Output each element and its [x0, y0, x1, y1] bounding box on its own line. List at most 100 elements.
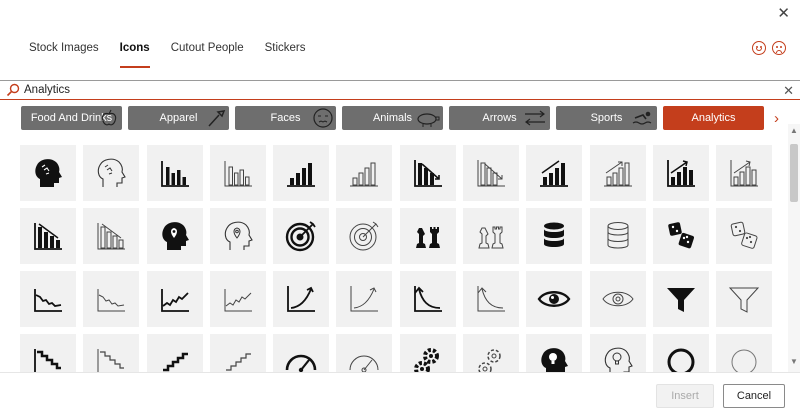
icon-tile[interactable] — [526, 334, 583, 372]
insert-button[interactable]: Insert — [656, 384, 714, 408]
icon-tile[interactable] — [652, 334, 709, 372]
step-chart-up-icon — [162, 352, 188, 372]
database-icon — [544, 222, 565, 247]
circle-outline-icon — [731, 349, 757, 372]
icon-tile[interactable] — [273, 208, 330, 264]
icon-tile[interactable] — [83, 208, 140, 264]
curve-up-outline-icon — [350, 286, 379, 312]
frown-face-icon[interactable] — [772, 41, 786, 55]
icon-tile[interactable] — [20, 208, 76, 264]
bar-chart-decline-outline-icon — [97, 223, 126, 250]
icon-tile[interactable] — [399, 208, 456, 264]
category-apparel[interactable]: Apparel — [128, 106, 229, 130]
icon-tile[interactable] — [399, 334, 456, 372]
icon-tile[interactable] — [83, 271, 140, 327]
head-lightbulb-icon — [541, 348, 569, 372]
icon-tile[interactable] — [463, 334, 520, 372]
icon-tile[interactable] — [20, 271, 76, 327]
tab-stickers[interactable]: Stickers — [265, 42, 306, 68]
bar-chart-arrow-up-icon — [667, 160, 695, 187]
icon-tile[interactable] — [336, 208, 393, 264]
clear-search-button[interactable]: ✕ — [783, 83, 794, 99]
bar-chart-icon — [160, 161, 189, 187]
icon-tile[interactable] — [589, 271, 646, 327]
funnel-icon — [666, 288, 695, 312]
pig-icon — [417, 113, 440, 127]
icon-tile[interactable] — [146, 271, 203, 327]
icon-tile[interactable] — [20, 145, 76, 201]
search-icon — [6, 83, 20, 97]
tab-cutout-people[interactable]: Cutout People — [171, 42, 244, 68]
icon-tile[interactable] — [589, 334, 646, 372]
category-faces[interactable]: Faces — [235, 106, 336, 130]
icon-tile[interactable] — [589, 145, 646, 201]
icon-tile[interactable] — [209, 208, 266, 264]
target-icon — [285, 221, 316, 252]
icon-tile[interactable] — [399, 145, 456, 201]
chevron-right-icon[interactable]: › — [774, 110, 779, 127]
icon-tile[interactable] — [652, 145, 709, 201]
cancel-button[interactable]: Cancel — [723, 384, 785, 408]
tab-icons[interactable]: Icons — [119, 42, 150, 68]
category-label: Arrows — [482, 112, 517, 124]
results-scrollbar[interactable]: ▲ ▼ — [788, 124, 800, 372]
category-label: Sports — [590, 112, 623, 124]
icon-tile[interactable] — [83, 334, 140, 372]
category-analytics[interactable]: Analytics — [663, 106, 764, 130]
icon-tile[interactable] — [652, 208, 709, 264]
icon-tile[interactable] — [20, 334, 76, 372]
icon-tile[interactable] — [83, 145, 140, 201]
icon-tile[interactable] — [146, 208, 203, 264]
bar-chart-rising-outline-icon — [350, 162, 379, 187]
icon-tile[interactable] — [652, 271, 709, 327]
icon-tile[interactable] — [399, 271, 456, 327]
icon-tile[interactable] — [273, 145, 330, 201]
step-chart-up-outline-icon — [225, 353, 251, 371]
face-icon — [313, 108, 333, 128]
category-food-and-drinks[interactable]: Food And Drinks — [21, 106, 122, 130]
icon-tile[interactable] — [209, 334, 266, 372]
icon-tile[interactable] — [716, 271, 773, 327]
icon-tile[interactable] — [273, 334, 330, 372]
category-sports[interactable]: Sports — [556, 106, 657, 130]
icon-tile[interactable] — [146, 145, 203, 201]
icon-tile[interactable] — [526, 208, 583, 264]
icon-tile[interactable] — [336, 145, 393, 201]
smiley-face-icon[interactable] — [752, 41, 766, 55]
icon-tile[interactable] — [716, 208, 773, 264]
icon-tile[interactable] — [526, 145, 583, 201]
icon-tile[interactable] — [273, 271, 330, 327]
dice-icon — [668, 222, 694, 249]
brush-icon — [208, 110, 226, 127]
search-input[interactable] — [24, 84, 764, 96]
icon-tile[interactable] — [716, 145, 773, 201]
category-label: Apparel — [159, 112, 198, 124]
scroll-thumb[interactable] — [790, 144, 798, 202]
scroll-up-icon[interactable]: ▲ — [790, 126, 798, 135]
icon-tile[interactable] — [716, 334, 773, 372]
scroll-down-icon[interactable]: ▼ — [790, 357, 798, 366]
circle-icon — [667, 348, 695, 372]
icon-tile[interactable] — [336, 334, 393, 372]
feedback-buttons — [752, 41, 786, 55]
close-button[interactable]: ✕ — [777, 4, 790, 22]
tab-stock-images[interactable]: Stock Images — [29, 42, 99, 68]
icon-tile[interactable] — [209, 271, 266, 327]
icon-tile[interactable] — [589, 208, 646, 264]
icon-tile[interactable] — [146, 334, 203, 372]
head-lightbulb-outline-icon — [604, 347, 633, 372]
icon-tile[interactable] — [463, 271, 520, 327]
category-arrows[interactable]: Arrows — [449, 106, 550, 130]
bar-chart-rising-icon — [287, 163, 316, 187]
category-bar: Food And Drinks Apparel Faces Animals Ar… — [21, 106, 764, 130]
icon-tile[interactable] — [463, 145, 520, 201]
icon-tile[interactable] — [336, 271, 393, 327]
category-label: Analytics — [691, 112, 736, 124]
icon-tile[interactable] — [463, 208, 520, 264]
bar-chart-growth-outline-icon — [603, 161, 632, 187]
category-animals[interactable]: Animals — [342, 106, 443, 130]
swimmer-icon — [632, 111, 652, 125]
icon-tile[interactable] — [209, 145, 266, 201]
icon-grid — [20, 145, 773, 372]
icon-tile[interactable] — [526, 271, 583, 327]
